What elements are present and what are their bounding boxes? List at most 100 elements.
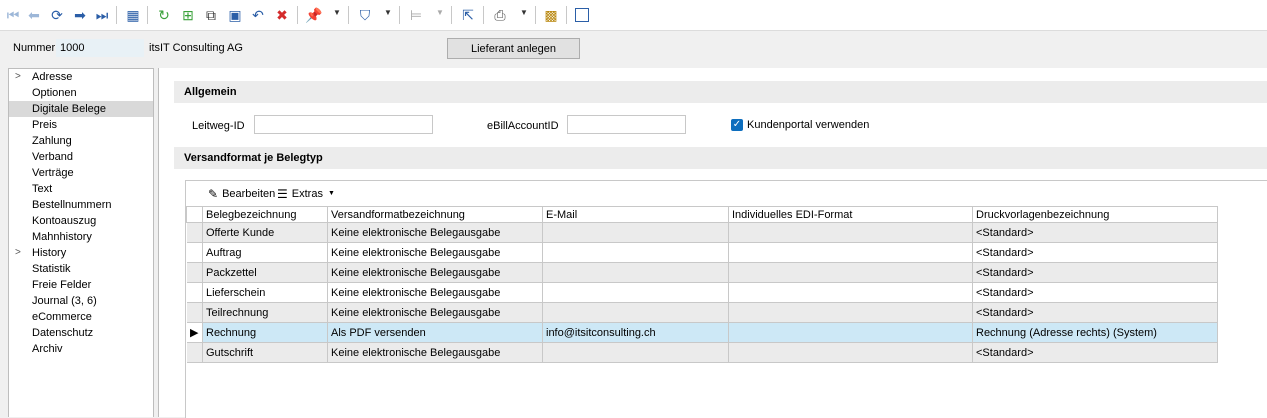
print-dropdown-icon[interactable]: ▼	[520, 8, 528, 22]
sidebar-item-archiv[interactable]: Archiv	[9, 341, 153, 357]
kundenportal-checkbox[interactable]: ✓	[731, 119, 743, 131]
chevron-right-icon[interactable]: >	[15, 245, 25, 261]
first-record-icon[interactable]: ⏮	[4, 6, 22, 24]
plugin-icon[interactable]: ▩	[542, 6, 560, 24]
table-row[interactable]: Gutschrift Keine elektronische Belegausg…	[186, 342, 1218, 363]
pin-dropdown-icon[interactable]: ▼	[333, 8, 341, 22]
sidebar-item-digitale-belege[interactable]: Digitale Belege	[9, 101, 153, 117]
table-view-icon[interactable]: ▦	[124, 6, 142, 24]
column-header[interactable]: Belegbezeichnung	[202, 206, 328, 223]
extras-menu-button[interactable]: ☰ Extras ▼	[277, 186, 335, 202]
next-record-icon[interactable]: ➡	[71, 6, 89, 24]
select-cursor-icon[interactable]: ⇱	[459, 6, 477, 24]
sidebar-item-bestellnummern[interactable]: Bestellnummern	[9, 197, 153, 213]
table-cell[interactable]: Rechnung	[202, 322, 328, 343]
table-cell[interactable]: Gutschrift	[202, 342, 328, 363]
table-cell[interactable]: <Standard>	[972, 302, 1218, 323]
table-cell[interactable]: Packzettel	[202, 262, 328, 283]
sidebar-item-statistik[interactable]: Statistik	[9, 261, 153, 277]
table-cell[interactable]: Teilrechnung	[202, 302, 328, 323]
row-indicator[interactable]	[186, 302, 203, 323]
new-record-icon[interactable]: ⊞	[179, 6, 197, 24]
copy-record-icon[interactable]: ⧉	[202, 6, 220, 24]
sidebar-item-mahnhistory[interactable]: Mahnhistory	[9, 229, 153, 245]
table-cell[interactable]: Offerte Kunde	[202, 222, 328, 243]
table-cell[interactable]	[542, 242, 729, 263]
print-icon[interactable]: ⎙	[491, 6, 509, 24]
pin-icon[interactable]: 📌	[305, 6, 323, 24]
table-cell[interactable]	[728, 322, 973, 343]
column-header[interactable]: Individuelles EDI-Format	[728, 206, 973, 223]
filter-dropdown-icon[interactable]: ▼	[384, 8, 392, 22]
ebill-account-field[interactable]	[567, 115, 686, 134]
column-header[interactable]: Versandformatbezeichnung	[327, 206, 543, 223]
sidebar-item-kontoauszug[interactable]: Kontoauszug	[9, 213, 153, 229]
table-row[interactable]: Teilrechnung Keine elektronische Belegau…	[186, 302, 1218, 323]
table-cell[interactable]: Keine elektronische Belegausgabe	[327, 282, 543, 303]
nummer-field[interactable]	[56, 39, 144, 57]
table-cell[interactable]: Als PDF versenden	[327, 322, 543, 343]
table-cell[interactable]	[728, 262, 973, 283]
sidebar-item-verband[interactable]: Verband	[9, 149, 153, 165]
row-indicator[interactable]	[186, 342, 203, 363]
table-cell[interactable]: Rechnung (Adresse rechts) (System)	[972, 322, 1218, 343]
filter-icon[interactable]: ⛉	[356, 6, 374, 24]
row-indicator[interactable]	[186, 262, 203, 283]
table-cell[interactable]	[728, 282, 973, 303]
table-cell[interactable]	[728, 222, 973, 243]
previous-record-icon[interactable]: ⬅	[25, 6, 43, 24]
sidebar-item-ecommerce[interactable]: eCommerce	[9, 309, 153, 325]
delete-icon[interactable]: ✖	[273, 6, 291, 24]
sidebar-item-history[interactable]: > History	[9, 245, 153, 261]
leitweg-id-field[interactable]	[254, 115, 433, 134]
table-cell[interactable]: Lieferschein	[202, 282, 328, 303]
table-row-selected[interactable]: ▶ Rechnung Als PDF versenden info@itsitc…	[186, 322, 1218, 343]
column-header[interactable]: Druckvorlagenbezeichnung	[972, 206, 1218, 223]
table-cell[interactable]: Keine elektronische Belegausgabe	[327, 262, 543, 283]
table-row[interactable]: Lieferschein Keine elektronische Belegau…	[186, 282, 1218, 303]
bearbeiten-button[interactable]: ✎ Bearbeiten	[208, 186, 275, 202]
table-cell[interactable]: Keine elektronische Belegausgabe	[327, 302, 543, 323]
table-cell[interactable]	[542, 262, 729, 283]
table-cell[interactable]: <Standard>	[972, 342, 1218, 363]
sidebar-item-adresse[interactable]: > Adresse	[9, 69, 153, 85]
table-cell[interactable]: Keine elektronische Belegausgabe	[327, 242, 543, 263]
table-row[interactable]: Packzettel Keine elektronische Belegausg…	[186, 262, 1218, 283]
sidebar-item-zahlung[interactable]: Zahlung	[9, 133, 153, 149]
tree-dropdown-icon[interactable]: ▼	[436, 8, 444, 22]
table-cell[interactable]: <Standard>	[972, 242, 1218, 263]
sidebar-item-preis[interactable]: Preis	[9, 117, 153, 133]
chevron-right-icon[interactable]: >	[15, 69, 25, 85]
table-cell[interactable]	[728, 242, 973, 263]
save-layout-icon[interactable]	[573, 6, 591, 24]
refresh-nav-icon[interactable]: ⟳	[48, 6, 66, 24]
table-cell[interactable]: <Standard>	[972, 222, 1218, 243]
table-cell[interactable]: Keine elektronische Belegausgabe	[327, 222, 543, 243]
sidebar-item-datenschutz[interactable]: Datenschutz	[9, 325, 153, 341]
sidebar-item-journal[interactable]: Journal (3, 6)	[9, 293, 153, 309]
table-cell[interactable]: Auftrag	[202, 242, 328, 263]
last-record-icon[interactable]: ⏭	[93, 6, 111, 24]
sidebar-item-freie-felder[interactable]: Freie Felder	[9, 277, 153, 293]
sidebar-item-optionen[interactable]: Optionen	[9, 85, 153, 101]
tree-icon[interactable]: ⊨	[407, 6, 425, 24]
row-indicator[interactable]	[186, 222, 203, 243]
sidebar-item-text[interactable]: Text	[9, 181, 153, 197]
save-icon[interactable]: ▣	[226, 6, 244, 24]
undo-icon[interactable]: ↶	[249, 6, 267, 24]
table-cell[interactable]: <Standard>	[972, 262, 1218, 283]
column-header[interactable]: E-Mail	[542, 206, 729, 223]
table-row[interactable]: Offerte Kunde Keine elektronische Belega…	[186, 222, 1218, 243]
table-cell[interactable]	[728, 342, 973, 363]
table-cell[interactable]	[542, 282, 729, 303]
reload-icon[interactable]: ↻	[155, 6, 173, 24]
table-cell[interactable]	[728, 302, 973, 323]
table-cell[interactable]: info@itsitconsulting.ch	[542, 322, 729, 343]
table-cell[interactable]: Keine elektronische Belegausgabe	[327, 342, 543, 363]
table-row[interactable]: Auftrag Keine elektronische Belegausgabe…	[186, 242, 1218, 263]
row-indicator[interactable]	[186, 282, 203, 303]
sidebar-item-vertraege[interactable]: Verträge	[9, 165, 153, 181]
current-row-arrow-icon[interactable]: ▶	[186, 322, 203, 343]
table-cell[interactable]	[542, 342, 729, 363]
table-cell[interactable]	[542, 222, 729, 243]
